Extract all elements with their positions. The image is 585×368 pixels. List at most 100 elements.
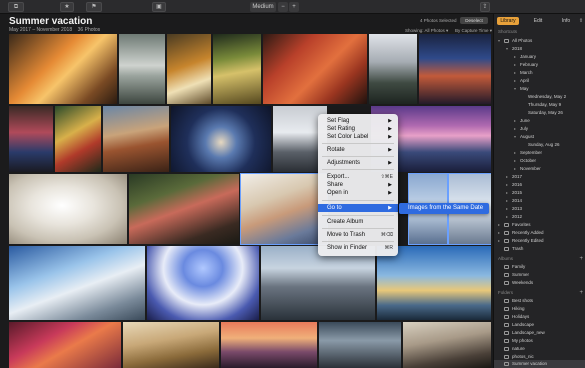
photo-thumbnail[interactable] <box>213 34 261 104</box>
photo-thumbnail[interactable] <box>9 246 145 320</box>
menu-item-open-in[interactable]: Open in ▶ <box>318 189 398 197</box>
zoom-in-button[interactable]: + <box>289 2 299 12</box>
menu-item-go-to[interactable]: Go to ▶ <box>318 204 398 212</box>
add-album-icon[interactable]: + <box>579 255 583 263</box>
sidebar-item-recently-added[interactable]: ▸ Recently Added <box>494 229 585 237</box>
sidebar-item-month[interactable]: ▸ January <box>494 53 585 61</box>
sidebar-item-month[interactable]: ▾ August <box>494 133 585 141</box>
menu-item-adjustments[interactable]: Adjustments ▶ <box>318 159 398 167</box>
photo-thumbnail[interactable] <box>369 34 417 104</box>
sidebar-item-month[interactable]: ▸ October <box>494 157 585 165</box>
photo-thumbnail[interactable] <box>221 322 317 368</box>
menu-item-set-rating[interactable]: Set Rating ▶ <box>318 125 398 133</box>
sidebar-item-day[interactable]: Thursday, May 9 <box>494 101 585 109</box>
sidebar-item-trash[interactable]: Trash <box>494 245 585 253</box>
sidebar-toggle-button[interactable]: ⧉ <box>8 2 24 12</box>
tab-info[interactable]: Info <box>555 17 577 25</box>
menu-item-share[interactable]: Share ▶ <box>318 181 398 189</box>
filter-button[interactable]: ★ <box>60 2 74 12</box>
tab-edit[interactable]: Edit <box>527 17 549 25</box>
sidebar-item-year[interactable]: ▸ 2013 <box>494 205 585 213</box>
photo-thumbnail[interactable] <box>123 322 219 368</box>
sidebar-item-label: photos_nic <box>512 354 534 359</box>
sidebar-item-month[interactable]: ▸ September <box>494 149 585 157</box>
tab-library[interactable]: Library <box>497 17 519 25</box>
chevron-right-icon: ▶ <box>388 160 392 166</box>
sidebar-item-year[interactable]: ▸ 2014 <box>494 197 585 205</box>
photo-thumbnail[interactable] <box>167 34 211 104</box>
sidebar-item-label: March <box>520 70 533 75</box>
photo-thumbnail[interactable] <box>55 106 101 172</box>
photo-thumbnail[interactable] <box>147 246 259 320</box>
sidebar-item-folder[interactable]: Landscape <box>494 321 585 329</box>
menu-separator <box>322 228 394 229</box>
photo-thumbnail[interactable] <box>263 34 367 104</box>
photo-thumbnail[interactable] <box>103 106 169 172</box>
section-label: Folders <box>498 290 514 295</box>
export-icon[interactable]: ⇪ <box>577 17 585 25</box>
menu-item-rotate[interactable]: Rotate ▶ <box>318 146 398 154</box>
menu-item-set-flag[interactable]: Set Flag ▶ <box>318 117 398 125</box>
sidebar-item-folder[interactable]: Hiking <box>494 305 585 313</box>
chevron-right-icon: ▶ <box>388 182 392 188</box>
sidebar-item-folder-selected[interactable]: Summer vacation <box>494 360 585 368</box>
sidebar-item-year[interactable]: ▸ 2015 <box>494 189 585 197</box>
photo-thumbnail[interactable] <box>119 34 165 104</box>
sidebar-item-all-photos[interactable]: ▾ All Photos <box>494 37 585 45</box>
menu-item-show-in-finder[interactable]: Show in Finder ⌘R <box>318 244 398 252</box>
sidebar-item-month[interactable]: ▸ November <box>494 165 585 173</box>
photo-thumbnail[interactable] <box>419 34 491 104</box>
sidebar-item-month[interactable]: ▸ July <box>494 125 585 133</box>
compare-button[interactable]: ▣ <box>152 2 166 12</box>
sidebar-item-album[interactable]: Summer <box>494 271 585 279</box>
sidebar-item-label: Recently Added <box>512 230 544 235</box>
photo-thumbnail[interactable] <box>261 246 375 320</box>
photo-thumbnail[interactable] <box>171 106 271 172</box>
photo-thumbnail[interactable] <box>9 174 127 244</box>
sidebar-item-year[interactable]: ▾ 2018 <box>494 45 585 53</box>
sidebar-item-month[interactable]: ▸ February <box>494 61 585 69</box>
sidebar-item-folder[interactable]: Holidays <box>494 313 585 321</box>
sidebar-item-folder[interactable]: Best shots <box>494 297 585 305</box>
sidebar-item-month[interactable]: ▾ May <box>494 85 585 93</box>
photo-thumbnail[interactable] <box>319 322 401 368</box>
chevron-right-icon: ▶ <box>388 118 392 124</box>
sidebar-item-day[interactable]: Wednesday, May 2 <box>494 93 585 101</box>
sidebar-item-folder[interactable]: nature <box>494 345 585 353</box>
sidebar-item-day[interactable]: Saturday, May 26 <box>494 109 585 117</box>
sidebar-item-month[interactable]: ▸ June <box>494 117 585 125</box>
photo-thumbnail[interactable] <box>9 106 53 172</box>
menu-item-create-album[interactable]: Create Album <box>318 218 398 226</box>
sidebar-item-album[interactable]: Weekends <box>494 279 585 287</box>
photo-thumbnail[interactable] <box>403 322 491 368</box>
sidebar-item-folder[interactable]: Landscape_new <box>494 329 585 337</box>
folder-icon <box>504 306 509 311</box>
share-icon[interactable]: ⇪ <box>480 2 490 12</box>
photo-thumbnail[interactable] <box>9 322 121 368</box>
folder-icon <box>504 361 509 366</box>
sidebar-item-month[interactable]: ▸ March <box>494 69 585 77</box>
sidebar-item-month[interactable]: ▸ April <box>494 77 585 85</box>
photo-thumbnail[interactable] <box>377 246 491 320</box>
menu-item-export[interactable]: Export... ⇧⌘E <box>318 173 398 181</box>
sidebar-item-year[interactable]: ▸ 2017 <box>494 173 585 181</box>
photo-thumbnail[interactable] <box>9 34 117 104</box>
view-size-select[interactable]: Medium <box>250 2 276 12</box>
sidebar-item-day[interactable]: Sunday, Aug 26 <box>494 141 585 149</box>
sidebar-item-year[interactable]: ▸ 2016 <box>494 181 585 189</box>
submenu-item-same-date[interactable]: Images from the Same Date <box>399 203 489 214</box>
photo-thumbnail-selected[interactable] <box>240 173 328 245</box>
deselect-button[interactable]: Deselect <box>460 17 488 24</box>
sidebar-item-album[interactable]: Family <box>494 263 585 271</box>
sidebar-item-folder[interactable]: My photos <box>494 337 585 345</box>
sidebar-item-year[interactable]: ▸ 2012 <box>494 213 585 221</box>
zoom-out-button[interactable]: − <box>278 2 288 12</box>
sidebar-item-favorites[interactable]: ▸ Favorites <box>494 221 585 229</box>
sidebar-item-label: Favorites <box>512 222 531 227</box>
photo-thumbnail[interactable] <box>129 174 239 244</box>
label-button[interactable]: ⚑ <box>86 2 102 12</box>
menu-item-move-to-trash[interactable]: Move to Trash ⌘⌫ <box>318 231 398 239</box>
sidebar-item-recently-edited[interactable]: ▸ Recently Edited <box>494 237 585 245</box>
add-folder-icon[interactable]: + <box>579 289 583 297</box>
menu-item-set-color-label[interactable]: Set Color Label ▶ <box>318 133 398 141</box>
